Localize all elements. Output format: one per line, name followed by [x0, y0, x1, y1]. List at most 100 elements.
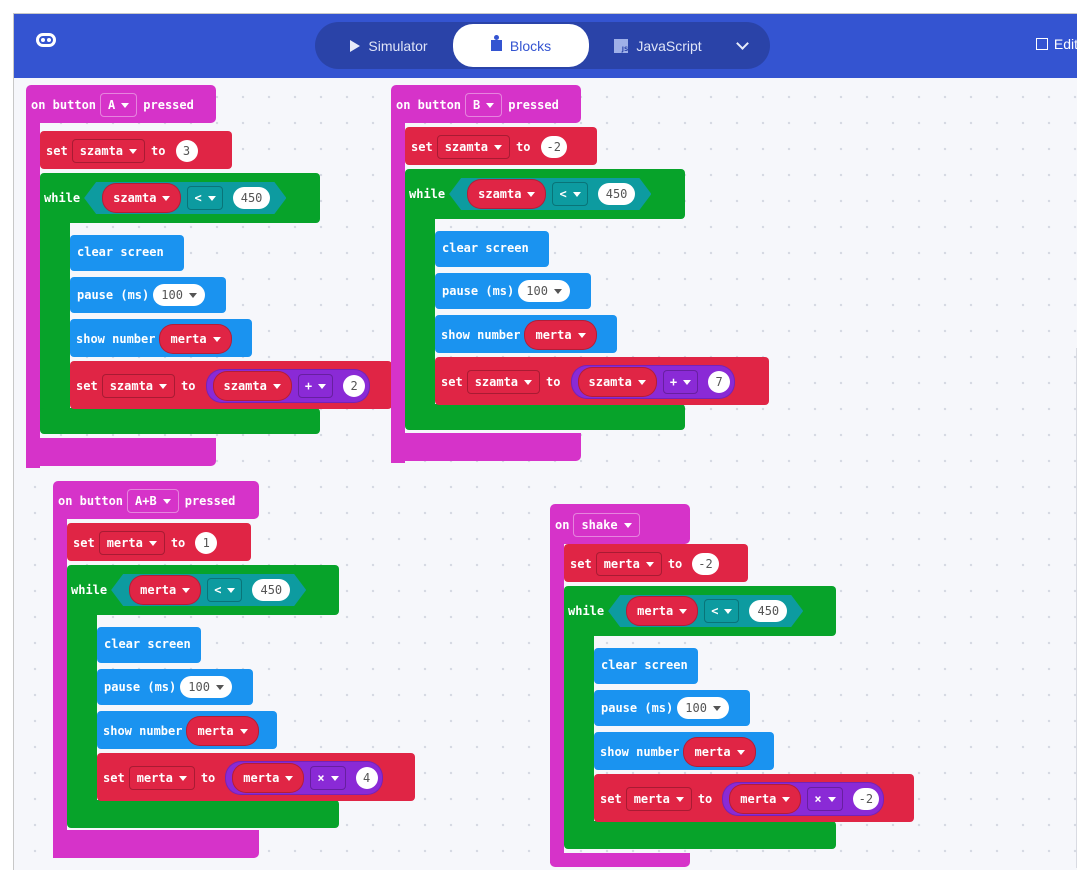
pause-value-dropdown[interactable]: 100 — [518, 280, 570, 302]
clear-screen-block[interactable]: clear screen — [435, 231, 549, 267]
show-number-block[interactable]: show number merta — [70, 319, 252, 357]
pause-block[interactable]: pause (ms) 100 — [435, 273, 591, 309]
math-block[interactable]: merta × -2 — [722, 782, 885, 816]
set-variable-block[interactable]: set szamta to 3 — [40, 131, 232, 169]
set-variable-block[interactable]: set merta to merta × 4 — [97, 753, 415, 801]
tab-simulator[interactable]: Simulator — [329, 29, 449, 62]
variable-dropdown[interactable]: szamta — [71, 139, 146, 163]
edit-button[interactable]: Edit — [1035, 36, 1077, 52]
variable-reporter[interactable]: merta — [626, 596, 698, 626]
number-input[interactable]: 1 — [195, 532, 218, 554]
variable-reporter[interactable]: merta — [524, 320, 597, 350]
dropdown-arrow-icon — [227, 588, 235, 593]
number-input[interactable]: 3 — [175, 140, 198, 162]
pause-block[interactable]: pause (ms) 100 — [97, 669, 253, 705]
number-input[interactable]: -2 — [540, 136, 567, 158]
variable-reporter[interactable]: merta — [129, 575, 201, 605]
on-button-event-block[interactable]: on button A+B pressed — [53, 481, 259, 519]
variable-reporter[interactable]: merta — [683, 737, 756, 767]
variable-dropdown[interactable]: merta — [625, 787, 692, 811]
number-input[interactable]: -2 — [692, 553, 719, 575]
dropdown-arrow-icon — [712, 705, 721, 711]
pause-value-dropdown[interactable]: 100 — [180, 676, 232, 698]
show-number-block[interactable]: show number merta — [594, 732, 774, 770]
set-variable-block[interactable]: set merta to merta × -2 — [594, 774, 914, 822]
math-block[interactable]: szamta + 2 — [205, 369, 371, 403]
on-shake-event-block[interactable]: on shake — [550, 504, 690, 544]
pause-value-dropdown[interactable]: 100 — [153, 284, 205, 306]
button-dropdown[interactable]: A+B — [127, 489, 179, 513]
math-block[interactable]: szamta + 7 — [570, 365, 736, 399]
operator-dropdown[interactable]: < — [704, 599, 739, 623]
variable-reporter[interactable]: szamta — [467, 179, 546, 209]
number-input[interactable]: -2 — [852, 788, 880, 810]
clear-screen-block[interactable]: clear screen — [97, 627, 201, 663]
set-variable-block[interactable]: set merta to -2 — [564, 544, 748, 582]
math-block[interactable]: merta × 4 — [225, 761, 383, 795]
button-dropdown[interactable]: A — [100, 93, 138, 117]
while-loop-bottom — [40, 408, 320, 434]
operator-dropdown[interactable]: + — [297, 374, 334, 398]
set-variable-block[interactable]: set szamta to -2 — [405, 127, 597, 165]
number-input[interactable]: 7 — [708, 371, 731, 393]
blocks-workspace[interactable]: on button A pressed set szamta to 3 whil… — [14, 78, 1077, 870]
set-variable-block[interactable]: set merta to 1 — [67, 523, 251, 561]
variable-reporter[interactable]: szamta — [102, 183, 181, 213]
number-input[interactable]: 450 — [749, 600, 787, 622]
variable-dropdown[interactable]: szamta — [101, 374, 176, 398]
operator-dropdown[interactable]: + — [662, 370, 699, 394]
variable-dropdown[interactable]: merta — [595, 552, 662, 576]
variable-dropdown[interactable]: merta — [98, 531, 165, 555]
while-loop-block[interactable]: while merta < 450 do — [67, 565, 339, 631]
set-variable-block[interactable]: set szamta to szamta + 2 — [70, 361, 392, 409]
comparison-block[interactable]: szamta < 450 — [84, 182, 286, 214]
number-input[interactable]: 450 — [598, 183, 636, 205]
pause-block[interactable]: pause (ms) 100 — [594, 690, 750, 726]
while-loop-block[interactable]: while merta < 450 do — [564, 586, 836, 652]
on-button-event-block[interactable]: on button B pressed — [391, 85, 581, 123]
set-variable-block[interactable]: set szamta to szamta + 7 — [435, 357, 769, 405]
clear-screen-block[interactable]: clear screen — [70, 235, 184, 271]
on-button-event-block[interactable]: on button A pressed — [26, 85, 216, 123]
while-loop-block[interactable]: while szamta < 450 do — [405, 169, 685, 235]
show-number-block[interactable]: show number merta — [97, 711, 277, 749]
variable-dropdown[interactable]: merta — [128, 766, 195, 790]
comparison-block[interactable]: merta < 450 — [111, 574, 306, 606]
number-input[interactable]: 4 — [355, 767, 378, 789]
dropdown-arrow-icon — [212, 336, 221, 342]
variable-name: merta — [197, 724, 234, 738]
operator-dropdown[interactable]: < — [207, 578, 242, 602]
pause-value-dropdown[interactable]: 100 — [677, 697, 729, 719]
while-loop-block[interactable]: while szamta < 450 do — [40, 173, 320, 239]
variable-reporter[interactable]: merta — [186, 716, 259, 746]
gesture-dropdown[interactable]: shake — [573, 513, 640, 537]
tab-blocks[interactable]: Blocks — [453, 24, 589, 67]
number-input[interactable]: 2 — [343, 375, 366, 397]
tab-javascript[interactable]: JS JavaScript — [593, 29, 723, 62]
variable-reporter[interactable]: merta — [729, 784, 802, 814]
set-keyword: set — [73, 536, 95, 550]
clear-screen-block[interactable]: clear screen — [594, 648, 698, 684]
comparison-block[interactable]: merta < 450 — [608, 595, 803, 627]
comparison-block[interactable]: szamta < 450 — [449, 178, 651, 210]
event-block-bottom — [391, 433, 581, 461]
microbit-logo-icon[interactable] — [36, 33, 56, 47]
variable-dropdown[interactable]: szamta — [436, 135, 511, 159]
while-keyword: while — [568, 604, 605, 618]
variable-reporter[interactable]: szamta — [577, 367, 657, 397]
variable-reporter[interactable]: merta — [232, 763, 305, 793]
dropdown-arrow-icon — [215, 684, 224, 690]
variable-reporter[interactable]: merta — [159, 324, 232, 354]
operator-dropdown[interactable]: × — [807, 787, 843, 811]
variable-reporter[interactable]: szamta — [212, 371, 292, 401]
language-dropdown-button[interactable] — [725, 29, 759, 62]
show-number-block[interactable]: show number merta — [435, 315, 617, 353]
variable-dropdown[interactable]: szamta — [466, 370, 541, 394]
pause-block[interactable]: pause (ms) 100 — [70, 277, 226, 313]
number-input[interactable]: 450 — [233, 187, 271, 209]
operator-dropdown[interactable]: < — [187, 186, 222, 210]
operator-dropdown[interactable]: × — [310, 766, 346, 790]
operator-dropdown[interactable]: < — [552, 182, 587, 206]
number-input[interactable]: 450 — [252, 579, 290, 601]
button-dropdown[interactable]: B — [465, 93, 503, 117]
